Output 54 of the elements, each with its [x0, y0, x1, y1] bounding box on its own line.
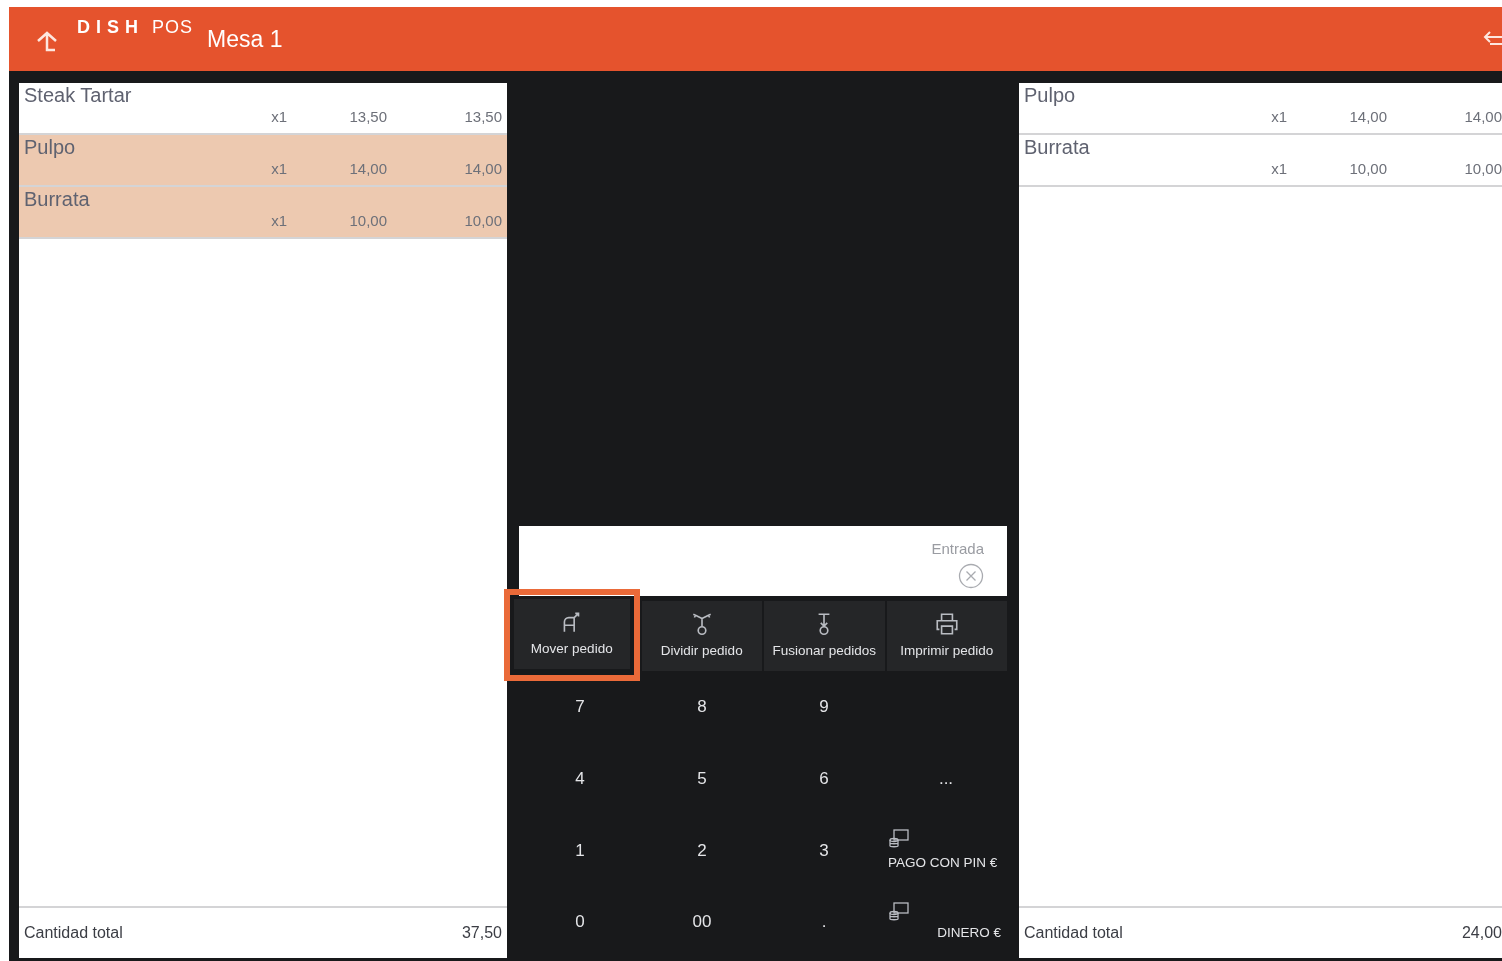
order-item[interactable]: Burrata x1 10,00 10,00 [19, 187, 507, 239]
total-amount: 24,00 [1461, 923, 1502, 943]
item-quantity: x1 [270, 159, 287, 179]
item-price: 14,00 [348, 159, 387, 179]
item-quantity: x1 [270, 107, 287, 127]
item-quantity: x1 [270, 211, 287, 231]
item-price: 13,50 [348, 107, 387, 127]
keypad-key[interactable]: 2 [641, 814, 763, 887]
item-total: 14,00 [463, 159, 502, 179]
keypad-key[interactable]: 3 [763, 814, 885, 887]
item-price: 10,00 [1348, 159, 1387, 179]
keypad-key[interactable]: ... [885, 742, 1007, 815]
payment-button[interactable]: DINERO € [885, 886, 1007, 958]
item-name: Pulpo [1024, 83, 1076, 107]
keypad-key[interactable]: 5 [641, 742, 763, 815]
table-title: Mesa 1 [207, 24, 283, 54]
keypad-key[interactable]: 00 [641, 886, 763, 958]
action-button[interactable]: Dividir pedido [641, 601, 762, 671]
item-name: Pulpo [24, 135, 76, 159]
clear-icon[interactable] [958, 562, 984, 589]
printer-icon [933, 610, 960, 637]
item-price: 10,00 [348, 211, 387, 231]
keypad-key[interactable]: 1 [519, 814, 641, 887]
item-total: 10,00 [463, 211, 502, 231]
action-button[interactable]: Imprimir pedido [886, 601, 1007, 671]
total-label: Cantidad total [24, 923, 123, 943]
back-arrow-icon[interactable] [35, 31, 59, 53]
keypad-key[interactable]: 7 [519, 671, 641, 743]
action-button[interactable]: Mover pedido [514, 599, 630, 669]
item-quantity: x1 [1270, 159, 1287, 179]
entry-input[interactable]: Entrada [924, 538, 984, 561]
keypad-key[interactable]: . [763, 886, 885, 958]
item-name: Steak Tartar [24, 83, 132, 107]
keypad-key[interactable]: 6 [763, 742, 885, 815]
order-item[interactable]: Pulpo x1 14,00 14,00 [19, 135, 507, 187]
total-label: Cantidad total [1024, 923, 1123, 943]
keypad-key[interactable]: 9 [763, 671, 885, 743]
item-quantity: x1 [1270, 107, 1287, 127]
keypad-key[interactable]: 8 [641, 671, 763, 743]
logo-light-text: POS [152, 15, 194, 39]
cash-icon [888, 827, 910, 850]
payment-button[interactable]: PAGO CON PIN € [885, 814, 1007, 887]
item-name: Burrata [24, 187, 90, 211]
item-total: 14,00 [1463, 107, 1502, 127]
logo-bold-text: DISH [77, 15, 144, 39]
item-price: 14,00 [1348, 107, 1387, 127]
item-total: 10,00 [1463, 159, 1502, 179]
keypad-key[interactable]: 4 [519, 742, 641, 815]
total-amount: 37,50 [461, 923, 502, 943]
keypad-key[interactable]: 0 [519, 886, 641, 958]
action-button[interactable]: Fusionar pedidos [764, 601, 885, 671]
cash-icon [888, 901, 910, 923]
item-total: 13,50 [463, 107, 502, 127]
item-name: Burrata [1024, 135, 1090, 159]
